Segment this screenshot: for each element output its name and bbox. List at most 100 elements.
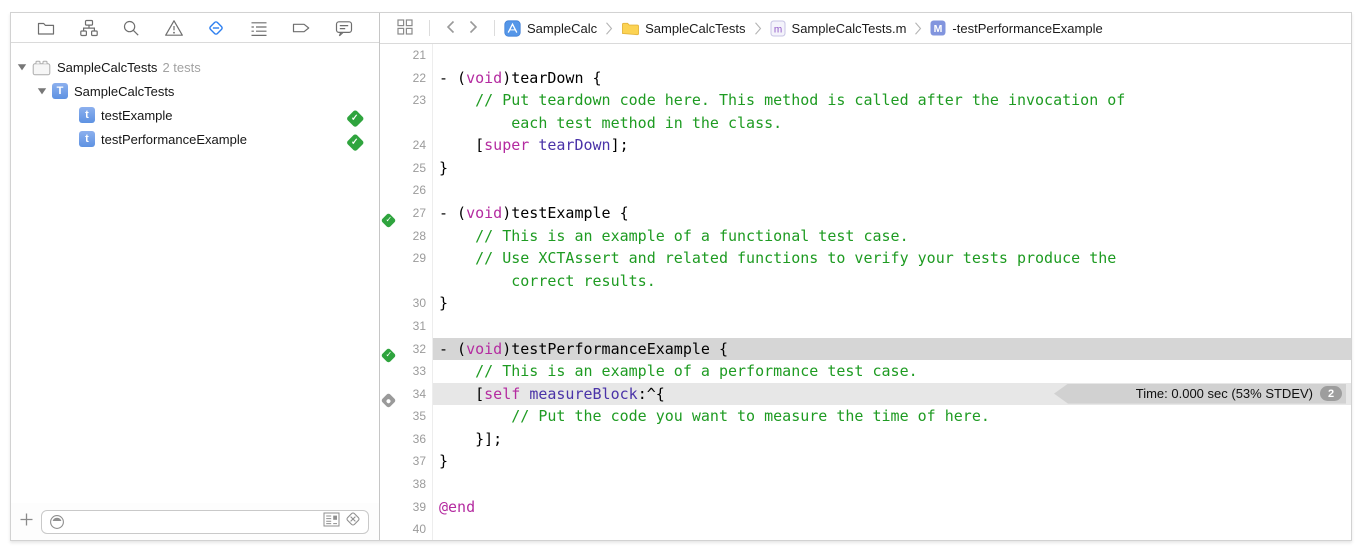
test-navigator-icon[interactable]: [205, 17, 227, 39]
crumb-separator-icon: [754, 21, 762, 36]
scope-list-icon: [323, 512, 340, 532]
line-number[interactable]: 36: [380, 428, 426, 451]
code-text: correct results.: [439, 270, 656, 293]
navigator-toolbar: [11, 13, 379, 43]
code-text: }: [439, 157, 448, 180]
code-line[interactable]: correct results.: [380, 270, 1351, 293]
line-number[interactable]: 35: [380, 405, 426, 428]
code-text: // Put teardown code here. This method i…: [439, 89, 1125, 112]
code-line[interactable]: 26: [380, 179, 1351, 202]
code-text: }: [439, 292, 448, 315]
code-line[interactable]: 24 [super tearDown];: [380, 134, 1351, 157]
xcode-window: SampleCalcTests 2 tests T SampleCalcTest…: [10, 12, 1352, 541]
code-line[interactable]: 33 // This is an example of a performanc…: [380, 360, 1351, 383]
add-test-target-button[interactable]: [11, 511, 41, 533]
breadcrumb-label: -testPerformanceExample: [952, 21, 1102, 36]
line-number[interactable]: 38: [380, 473, 426, 496]
code-line[interactable]: 35 // Put the code you want to measure t…: [380, 405, 1351, 428]
performance-result-badge[interactable]: Time: 0.000 sec (53% STDEV)2: [1054, 384, 1346, 404]
breadcrumb-item[interactable]: SampleCalc: [504, 20, 597, 37]
line-number[interactable]: 33: [380, 360, 426, 383]
code-line[interactable]: 32✓- (void)testPerformanceExample {: [380, 338, 1351, 361]
run-test-gutter-icon[interactable]: [383, 388, 394, 406]
tree-row-test-case[interactable]: t testExample ✓: [11, 103, 379, 127]
code-text: }];: [439, 428, 502, 451]
line-number[interactable]: 24: [380, 134, 426, 157]
line-number[interactable]: 26: [380, 179, 426, 202]
symbol-navigator-icon[interactable]: [78, 17, 100, 39]
line-number[interactable]: 23: [380, 89, 426, 112]
breadcrumb-item[interactable]: mSampleCalcTests.m: [770, 20, 907, 37]
tree-row-test-bundle[interactable]: SampleCalcTests 2 tests: [11, 55, 379, 79]
failed-tests-filter-icon: [344, 510, 362, 533]
objc-file-icon: m: [770, 20, 786, 37]
disclosure-triangle-icon[interactable]: [37, 87, 47, 95]
line-number[interactable]: 29: [380, 247, 426, 270]
filter-field[interactable]: [41, 510, 369, 534]
line-number[interactable]: 37: [380, 450, 426, 473]
code-line[interactable]: 23 // Put teardown code here. This metho…: [380, 89, 1351, 112]
code-editor[interactable]: 2122- (void)tearDown {23 // Put teardown…: [380, 44, 1351, 540]
bundle-label: SampleCalcTests: [57, 60, 157, 75]
line-number[interactable]: 21: [380, 44, 426, 67]
code-text: // Use XCTAssert and related functions t…: [439, 247, 1116, 270]
svg-text:M: M: [934, 23, 943, 35]
related-items-icon: [396, 18, 414, 39]
line-number[interactable]: 30: [380, 292, 426, 315]
crumb-separator-icon: [605, 21, 613, 36]
test-passed-gutter-icon[interactable]: ✓: [383, 343, 394, 361]
code-line[interactable]: 34 [self measureBlock:^{Time: 0.000 sec …: [380, 383, 1351, 406]
forward-button[interactable]: [462, 19, 485, 38]
code-line[interactable]: 37}: [380, 450, 1351, 473]
line-number[interactable]: 22: [380, 67, 426, 90]
line-number[interactable]: 28: [380, 225, 426, 248]
line-number[interactable]: 25: [380, 157, 426, 180]
code-line[interactable]: 40: [380, 518, 1351, 541]
suite-label: SampleCalcTests: [74, 84, 174, 99]
breakpoint-navigator-icon[interactable]: [290, 17, 312, 39]
failed-tests-filter-button[interactable]: [344, 510, 362, 533]
performance-count-pill[interactable]: 2: [1320, 386, 1342, 401]
code-line[interactable]: 30}: [380, 292, 1351, 315]
code-line[interactable]: 22- (void)tearDown {: [380, 67, 1351, 90]
line-number[interactable]: 40: [380, 518, 426, 541]
code-line[interactable]: 28 // This is an example of a functional…: [380, 225, 1351, 248]
source-editor-pane: SampleCalc SampleCalcTests mSampleCalcTest…: [380, 13, 1351, 540]
add-icon: [19, 511, 34, 533]
project-navigator-icon[interactable]: [35, 17, 57, 39]
code-line[interactable]: 31: [380, 315, 1351, 338]
code-line[interactable]: 39 @end: [380, 496, 1351, 519]
find-navigator-icon[interactable]: [120, 17, 142, 39]
filter-input[interactable]: [67, 514, 321, 530]
test-passed-icon[interactable]: ✓: [349, 133, 362, 149]
code-line[interactable]: 25}: [380, 157, 1351, 180]
line-number[interactable]: 39: [380, 496, 426, 519]
debug-navigator-icon[interactable]: [248, 17, 270, 39]
related-items-button[interactable]: [390, 18, 420, 39]
breadcrumb-label: SampleCalc: [527, 21, 597, 36]
tree-row-test-suite[interactable]: T SampleCalcTests: [11, 79, 379, 103]
code-line[interactable]: 29 // Use XCTAssert and related function…: [380, 247, 1351, 270]
project-file-icon: [504, 20, 521, 37]
breadcrumb-item[interactable]: M -testPerformanceExample: [930, 20, 1102, 36]
bundle-test-count: 2 tests: [162, 60, 200, 75]
test-passed-icon[interactable]: ✓: [349, 109, 362, 125]
back-button[interactable]: [439, 19, 462, 38]
code-line[interactable]: each test method in the class.: [380, 112, 1351, 135]
tree-row-test-case[interactable]: t testPerformanceExample ✓: [11, 127, 379, 151]
code-line[interactable]: 36 }];: [380, 428, 1351, 451]
issue-navigator-icon[interactable]: [163, 17, 185, 39]
disclosure-triangle-icon[interactable]: [17, 63, 27, 71]
test-tree: SampleCalcTests 2 tests T SampleCalcTest…: [11, 55, 379, 151]
scope-list-filter-button[interactable]: [323, 512, 340, 532]
chevron-back-icon: [445, 19, 456, 38]
svg-text:m: m: [773, 24, 781, 35]
breadcrumb-item[interactable]: SampleCalcTests: [621, 20, 745, 36]
code-line[interactable]: 21: [380, 44, 1351, 67]
line-number[interactable]: 31: [380, 315, 426, 338]
test-passed-gutter-icon[interactable]: ✓: [383, 208, 394, 226]
code-line[interactable]: 27✓- (void)testExample {: [380, 202, 1351, 225]
code-text: @end: [439, 496, 475, 519]
report-navigator-icon[interactable]: [333, 17, 355, 39]
code-line[interactable]: 38: [380, 473, 1351, 496]
